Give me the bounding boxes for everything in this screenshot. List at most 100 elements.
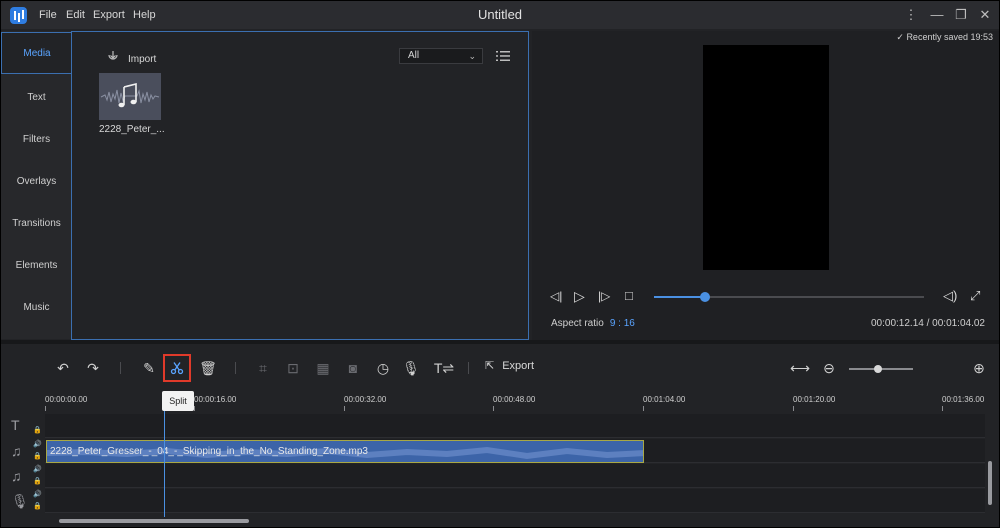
text-track-icon: T [11,417,20,433]
split-button[interactable] [163,354,191,382]
aspect-ratio-label: Aspect ratio [551,318,604,329]
ruler-tick-label: 00:00:00.00 [45,395,88,404]
ruler-tick-label: 00:01:36.00 [942,395,985,404]
media-item-name: 2228_Peter_... [99,124,165,135]
music-track-icon: ♫ [11,468,22,484]
export-icon: ⇱ [485,360,495,372]
vertical-scrollbar-thumb[interactable] [988,461,992,505]
sidebar-item-transitions[interactable]: Transitions [1,203,72,245]
toolbar-divider [120,362,121,374]
sidebar-nav: Media Text Filters Overlays Transitions … [1,31,72,339]
speaker-icon[interactable]: 🔊 [33,465,42,473]
restore-icon[interactable]: ❐ [953,7,969,23]
music-track-icon: ♫ [11,443,22,459]
check-circle-icon: ✓ [896,32,904,42]
zoom-slider[interactable] [849,365,913,373]
ruler-tick-mark [643,406,644,411]
horizontal-scrollbar[interactable] [45,517,985,525]
sidebar-item-elements[interactable]: Elements [1,245,72,287]
sidebar-item-filters[interactable]: Filters [1,119,72,161]
mosaic-icon[interactable]: ▦ [313,358,333,378]
media-item-thumbnail[interactable] [99,73,161,120]
resize-icon[interactable]: ⊡ [283,358,303,378]
track-header-text: T 🔒 [1,414,45,438]
audio-clip-name: 2228_Peter_Gresser_-_04_-_Skipping_in_th… [50,446,368,457]
aspect-ratio: Aspect ratio 9 : 16 [551,318,635,329]
timeline-toolbar: ↶ ↷ ✎ 🗑 ⌗ ⊡ ▦ ◙ ◷ 🎙 T⇌ ⇱ Export ⟷ ⊖ ⊕ [1,344,999,392]
ruler-tick-label: 00:00:48.00 [493,395,536,404]
lock-icon[interactable]: 🔒 [33,426,42,434]
ruler-tick-label: 00:00:32.00 [344,395,387,404]
zoom-in-icon[interactable]: ⊕ [969,358,989,378]
minimize-icon[interactable]: — [929,7,945,23]
speaker-icon[interactable]: 🔊 [33,490,42,498]
fullscreen-icon[interactable]: ⤢ [970,288,980,304]
playhead[interactable] [164,409,165,517]
play-icon[interactable]: ▷ [574,288,585,305]
sidebar-item-text[interactable]: Text [1,77,72,119]
toolbar-divider [235,362,236,374]
track-header-voice: 🎙 🔊 🔒 [1,489,45,513]
ruler-tick-label: 00:00:16.00 [194,395,237,404]
volume-icon[interactable]: ◁) [943,288,957,304]
ruler-tick-mark [194,406,195,411]
track-row-music-2[interactable] [45,464,985,488]
ruler-tick-label: 00:01:04.00 [643,395,686,404]
preview-screen [703,45,829,270]
zoom-out-icon[interactable]: ⊖ [819,358,839,378]
chevron-down-icon: ⌄ [468,51,476,61]
prev-frame-icon[interactable]: ◁| [550,289,562,303]
ruler-tick-mark [942,406,943,411]
delete-icon[interactable]: 🗑 [198,358,218,378]
export-label: Export [502,360,535,372]
aspect-ratio-value[interactable]: 9 : 16 [610,318,635,329]
more-options-icon[interactable]: ⋮ [903,7,919,23]
audio-clip[interactable]: 2228_Peter_Gresser_-_04_-_Skipping_in_th… [46,440,644,463]
edit-pencil-icon[interactable]: ✎ [139,358,159,378]
next-frame-icon[interactable]: |▷ [598,289,610,303]
import-button[interactable]: Import [106,50,156,66]
playback-seek-bar[interactable] [654,292,924,302]
ruler-tick-mark [45,406,46,411]
stop-icon[interactable]: □ [625,288,633,303]
lock-icon[interactable]: 🔒 [33,452,42,460]
freeze-frame-icon[interactable]: ◙ [343,358,363,378]
close-icon[interactable]: ✕ [977,7,993,23]
microphone-icon[interactable]: 🎙 [401,358,421,378]
duration-clock-icon[interactable]: ◷ [373,358,393,378]
import-label: Import [128,54,157,65]
text-to-speech-icon[interactable]: T⇌ [431,358,457,378]
speaker-icon[interactable]: 🔊 [33,440,42,448]
ruler-tick-label: 00:01:20.00 [793,395,836,404]
preview-panel: ✓ Recently saved 19:53 ◁| ▷ |▷ □ ◁) ⤢ As… [532,31,999,340]
ruler-tick-mark [493,406,494,411]
toolbar-divider [468,362,469,374]
vertical-scrollbar[interactable] [987,417,993,517]
fit-timeline-icon[interactable]: ⟷ [790,358,810,378]
scissors-icon [170,362,184,375]
sidebar-item-music[interactable]: Music [1,287,72,329]
redo-icon[interactable]: ↷ [83,358,103,378]
seek-handle[interactable] [700,292,711,302]
seek-progress [654,296,706,298]
ruler-tick-mark [344,406,345,411]
track-header-music-2: ♫ 🔊 🔒 [1,464,45,488]
sidebar-item-media[interactable]: Media [1,32,72,74]
save-status: ✓ Recently saved 19:53 [896,32,993,43]
zoom-slider-handle[interactable] [873,365,882,373]
sidebar-item-overlays[interactable]: Overlays [1,161,72,203]
horizontal-scrollbar-thumb[interactable] [59,519,249,523]
media-panel: Import All ⌄ 2228_Peter_... [71,31,529,340]
track-row-text[interactable] [45,414,985,438]
app-window: File Edit Export Help Untitled ⋮ — ❐ ✕ M… [1,1,999,527]
list-view-icon[interactable] [496,50,510,62]
track-row-voice[interactable] [45,489,985,513]
undo-icon[interactable]: ↶ [53,358,73,378]
save-status-label: Recently saved 19:53 [906,32,993,42]
export-button[interactable]: ⇱ Export [485,359,534,372]
media-filter-dropdown[interactable]: All ⌄ [399,48,483,64]
lock-icon[interactable]: 🔒 [33,477,42,485]
import-icon [106,50,120,65]
lock-icon[interactable]: 🔒 [33,502,42,510]
crop-icon[interactable]: ⌗ [253,358,273,378]
